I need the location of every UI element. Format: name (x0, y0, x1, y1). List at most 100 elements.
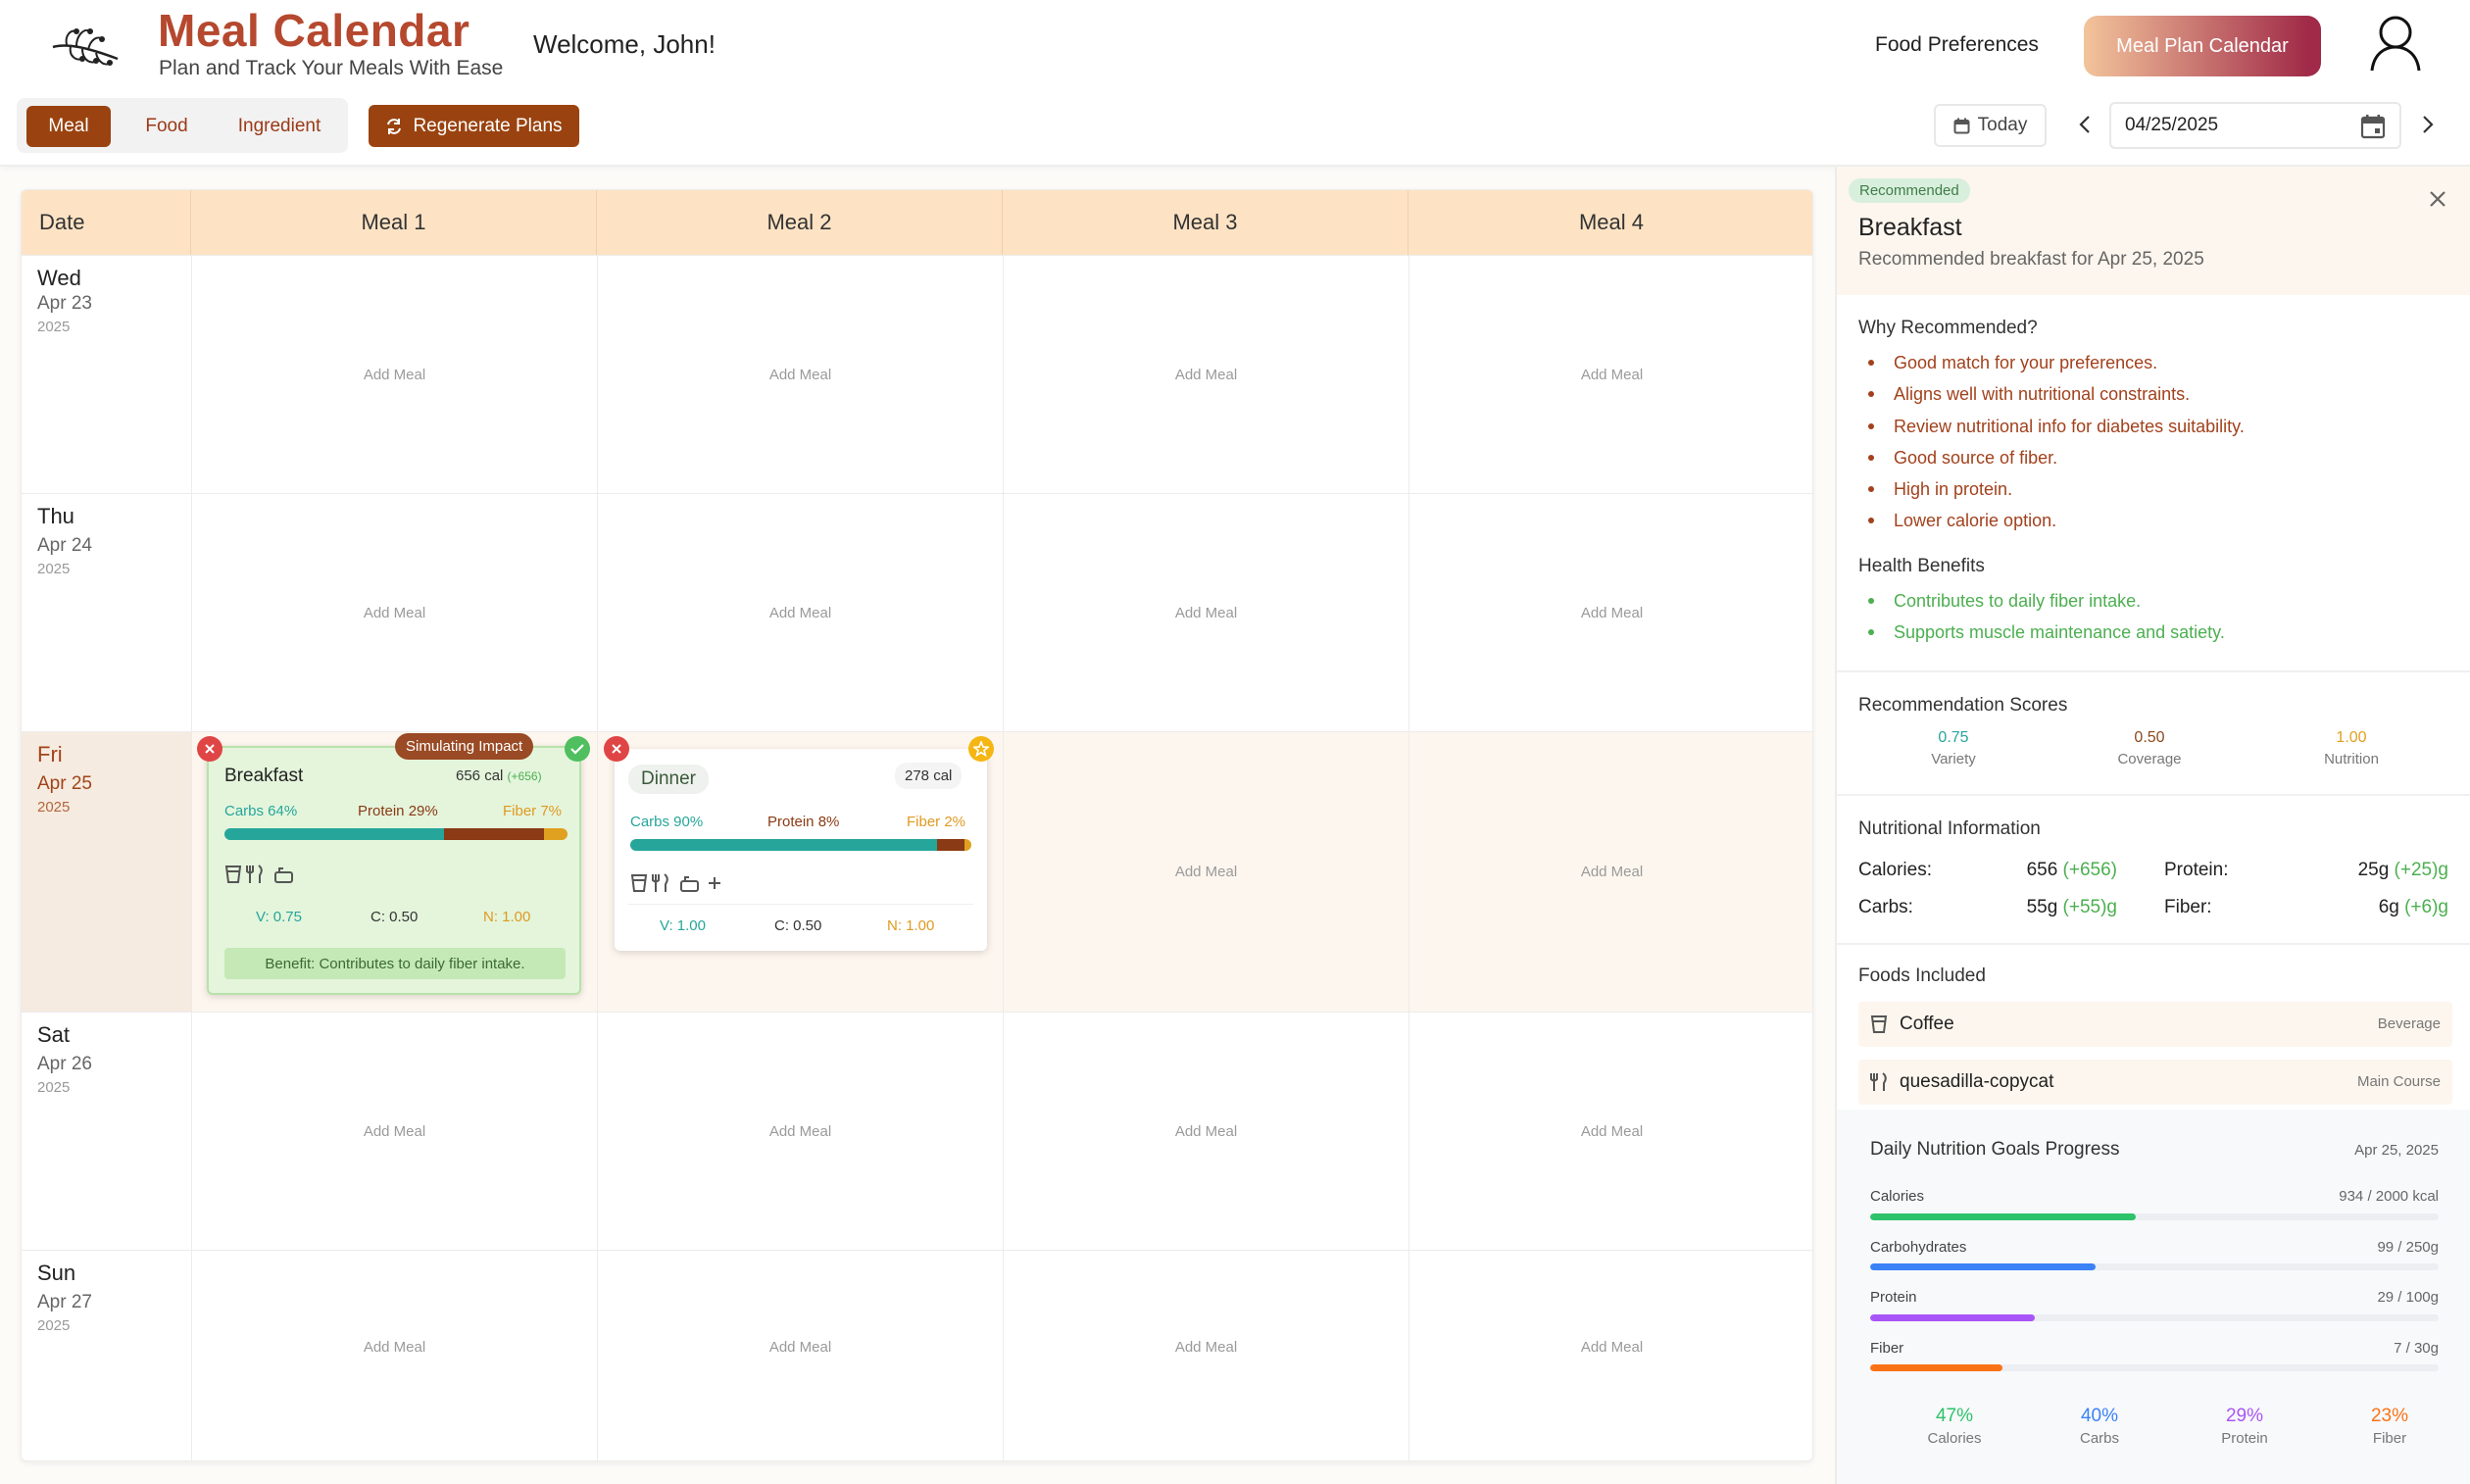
add-meal-slot[interactable]: Add Meal (1003, 494, 1408, 731)
food-item[interactable]: quesadilla-copycat Main Course (1858, 1060, 2452, 1105)
goal-progress-fill (1870, 1364, 2003, 1371)
breakfast-meal-card[interactable]: Breakfast 656 cal (+656) Carbs 64% Prote… (207, 746, 581, 995)
goal-percent: 47% Calories (1896, 1406, 2013, 1447)
macro-bar (630, 839, 971, 851)
close-icon[interactable] (2425, 186, 2450, 212)
percent-value: 40% (2080, 1406, 2119, 1426)
utensils-icon (246, 865, 263, 883)
delta: (+6)g (2404, 897, 2448, 917)
protein-segment (937, 839, 965, 851)
day-date: Apr 26 (37, 1054, 92, 1074)
protein-percent: Protein 29% (358, 803, 438, 819)
tab-food[interactable]: Food (123, 106, 211, 147)
regenerate-plans-button[interactable]: Regenerate Plans (369, 105, 579, 147)
fiber-label: Fiber: (2164, 897, 2212, 917)
add-meal-slot[interactable]: Add Meal (1408, 494, 1812, 731)
day-cell: Sun Apr 27 2025 (22, 1251, 191, 1460)
value: 6g (2378, 897, 2399, 917)
add-meal-slot[interactable]: Add Meal (597, 494, 1003, 731)
calories-label: Calories: (1858, 860, 1932, 880)
header-meal-1: Meal 1 (191, 190, 597, 255)
tab-ingredient[interactable]: Ingredient (221, 106, 338, 147)
add-meal-slot[interactable]: Add Meal (1003, 256, 1408, 493)
add-meal-slot[interactable]: Add Meal (597, 1251, 1003, 1460)
health-benefits-list: Contributes to daily fiber intake. Suppo… (1858, 585, 2225, 649)
app-subtitle: Plan and Track Your Meals With Ease (159, 57, 504, 79)
add-meal-slot[interactable]: Add Meal (597, 1013, 1003, 1250)
day-name: Fri (37, 742, 63, 767)
previous-date-button[interactable] (2070, 110, 2100, 139)
nav-meal-plan-calendar[interactable]: Meal Plan Calendar (2084, 16, 2321, 76)
add-meal-slot[interactable]: Add Meal (1408, 732, 1812, 1012)
add-meal-slot[interactable]: Add Meal (191, 494, 597, 731)
app-title: Meal Calendar (158, 5, 470, 56)
day-cell: Thu Apr 24 2025 (22, 494, 191, 731)
remove-meal-button[interactable] (197, 736, 222, 762)
date-value: 04/25/2025 (2125, 115, 2219, 135)
protein-percent: Protein 8% (767, 814, 840, 830)
food-item[interactable]: Coffee Beverage (1858, 1002, 2452, 1047)
add-meal-slot[interactable]: Add Meal (597, 256, 1003, 493)
accept-meal-button[interactable] (565, 736, 590, 762)
calendar-picker-icon[interactable] (2360, 114, 2386, 139)
day-row: Sun Apr 27 2025 Add Meal Add Meal Add Me… (22, 1250, 1812, 1460)
nutrition-score: N: 1.00 (483, 909, 531, 925)
add-meal-slot[interactable]: Add Meal (1003, 1251, 1408, 1460)
date-input[interactable]: 04/25/2025 (2109, 102, 2401, 149)
day-date: Apr 25 (37, 773, 92, 794)
score-label: Nutrition (2324, 751, 2379, 767)
add-meal-slot[interactable]: Add Meal (1408, 256, 1812, 493)
score-value: 0.75 (1938, 729, 1969, 746)
carbs-value: 55g (+55)g (2027, 897, 2117, 918)
add-meal-slot[interactable]: Add Meal (1003, 732, 1408, 1012)
list-item: Good match for your preferences. (1858, 347, 2245, 378)
goals-heading: Daily Nutrition Goals Progress (1870, 1139, 2120, 1160)
star-icon (973, 741, 989, 757)
percent-value: 23% (2370, 1406, 2409, 1426)
add-meal-slot[interactable]: Add Meal (1408, 1013, 1812, 1250)
add-meal-slot[interactable]: Add Meal (191, 1251, 597, 1460)
macro-bar (224, 828, 568, 840)
day-cell: Fri Apr 25 2025 (22, 732, 191, 1012)
value: 55g (2026, 897, 2058, 917)
day-cell: Wed Apr 23 2025 (22, 256, 191, 493)
add-meal-slot[interactable]: Add Meal (191, 256, 597, 493)
goal-progress-bar (1870, 1213, 2439, 1220)
goal-percent: 29% Protein (2186, 1406, 2303, 1447)
list-item: Review nutritional info for diabetes sui… (1858, 411, 2245, 442)
app-header: Meal Calendar Plan and Track Your Meals … (0, 0, 2470, 167)
list-item: Good source of fiber. (1858, 442, 2245, 473)
dinner-meal-card[interactable]: Dinner 278 cal Carbs 90% Protein 8% Fibe… (615, 749, 987, 951)
day-row-today: Fri Apr 25 2025 Add Meal Add Meal Breakf… (22, 731, 1812, 1012)
favorite-meal-button[interactable] (968, 736, 994, 762)
coverage-score: C: 0.50 (774, 917, 822, 934)
percent-label: Carbs (2079, 1430, 2119, 1447)
utensils-icon (652, 873, 668, 892)
add-meal-slot[interactable]: Add Meal (191, 1013, 597, 1250)
protein-segment (444, 828, 544, 840)
why-recommended-list: Good match for your preferences. Aligns … (1858, 347, 2245, 537)
divider (628, 904, 973, 905)
add-meal-slot[interactable]: Add Meal (1408, 1251, 1812, 1460)
variety-score: V: 1.00 (660, 917, 706, 934)
fiber-value: 6g (+6)g (2379, 897, 2448, 918)
carbs-segment (224, 828, 444, 840)
today-button[interactable]: Today (1934, 104, 2047, 147)
tab-meal[interactable]: Meal (26, 106, 111, 147)
chevron-left-icon (2079, 116, 2090, 133)
day-year: 2025 (37, 1079, 71, 1096)
score-label: Coverage (2117, 751, 2182, 767)
next-date-button[interactable] (2413, 110, 2443, 139)
percent-label: Calories (1927, 1430, 1982, 1447)
remove-meal-button[interactable] (604, 736, 629, 762)
nutrition-score: 1.00 Nutrition (2293, 729, 2410, 767)
close-icon (612, 744, 621, 754)
food-type: Beverage (2377, 1015, 2441, 1032)
close-icon (205, 744, 215, 754)
goal-label: Fiber (1870, 1340, 1904, 1357)
add-meal-slot[interactable]: Add Meal (1003, 1013, 1408, 1250)
goal-progress-bar (1870, 1314, 2439, 1321)
nav-food-preferences[interactable]: Food Preferences (1875, 33, 2039, 57)
user-avatar-icon[interactable] (2368, 14, 2423, 73)
percent-label: Protein (2221, 1430, 2268, 1447)
